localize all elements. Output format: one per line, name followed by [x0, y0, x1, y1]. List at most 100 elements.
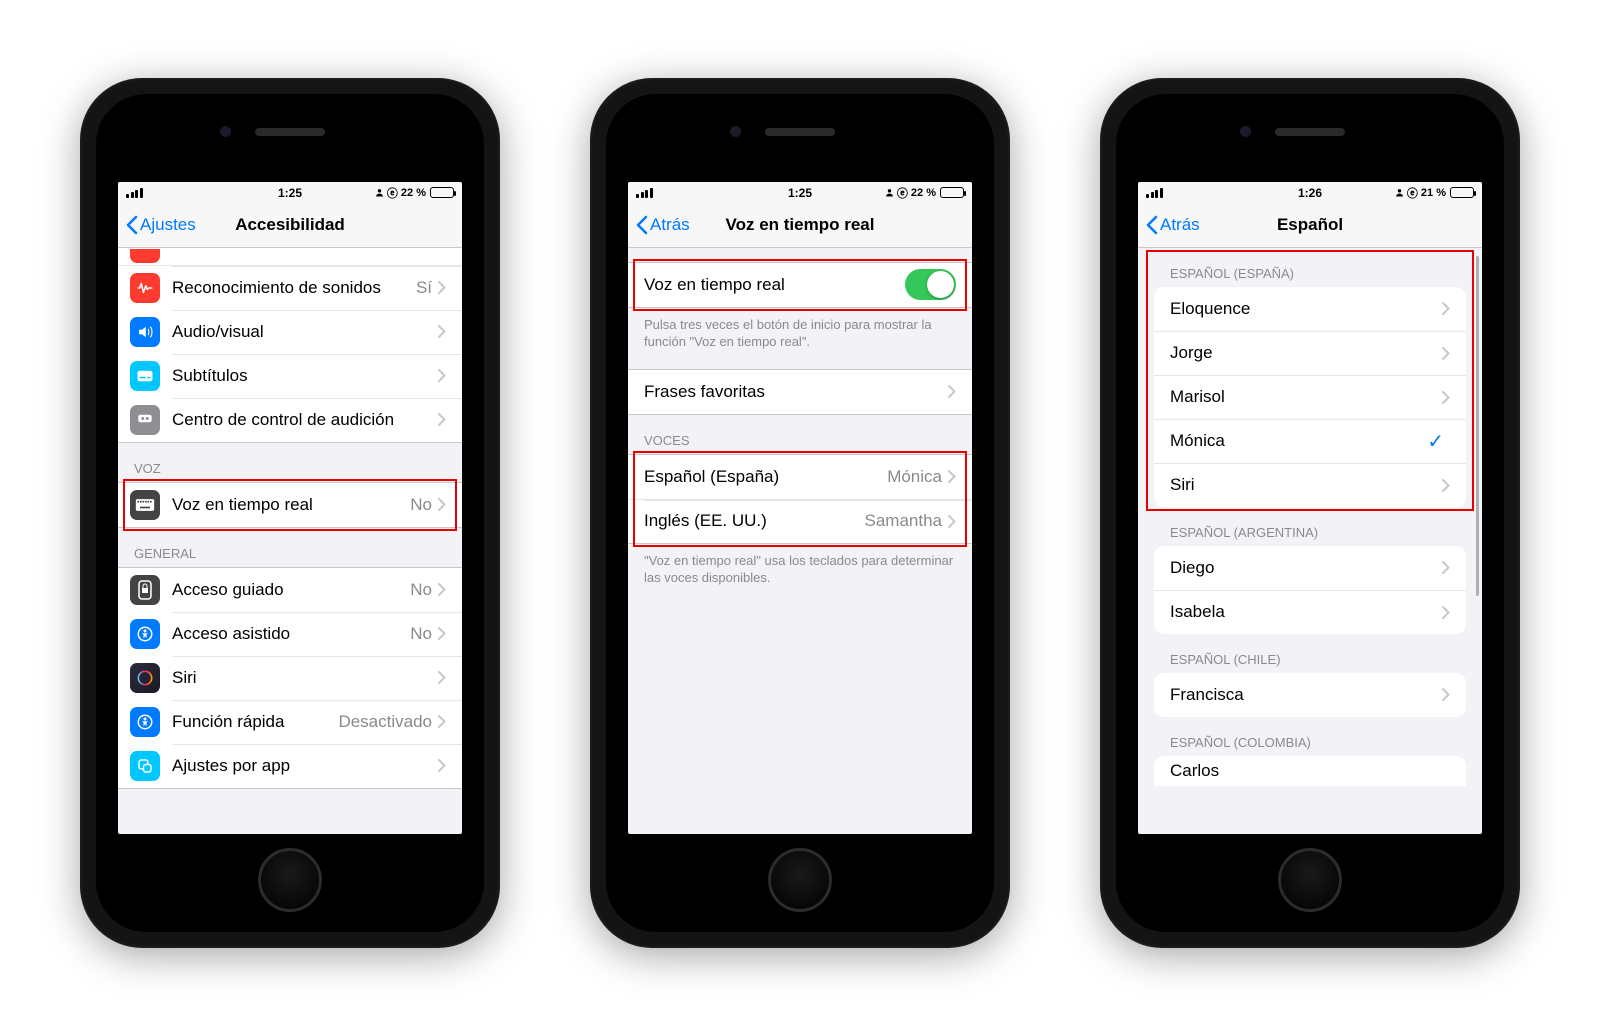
row-label: Español (España) [644, 467, 887, 487]
row-voice-marisol[interactable]: Marisol [1154, 375, 1466, 419]
row-detail: Samantha [865, 511, 943, 531]
cellular-signal-icon [636, 188, 653, 198]
toggle-switch[interactable] [905, 269, 956, 300]
phone-mockup-3: 1:26 ⓔ 21 % Atrás Español ESPAÑOL (ESPAÑ… [1100, 78, 1520, 948]
chevron-left-icon [1146, 215, 1158, 235]
row-label: Inglés (EE. UU.) [644, 511, 865, 531]
chevron-right-icon [438, 627, 446, 640]
row-voice-diego[interactable]: Diego [1154, 546, 1466, 590]
row-label: Ajustes por app [172, 756, 438, 776]
chevron-left-icon [636, 215, 648, 235]
chevron-right-icon [438, 498, 446, 511]
section-header-chile: ESPAÑOL (CHILE) [1138, 634, 1482, 673]
row-label: Francisca [1170, 685, 1442, 705]
row-label: Siri [172, 668, 438, 688]
home-button[interactable] [258, 848, 322, 912]
cellular-signal-icon [126, 188, 143, 198]
camera-dot [1240, 126, 1251, 137]
home-button[interactable] [768, 848, 832, 912]
camera-dot [730, 126, 741, 137]
chevron-right-icon [438, 583, 446, 596]
footer-voices: "Voz en tiempo real" usa los teclados pa… [628, 544, 972, 591]
chevron-right-icon [438, 281, 446, 294]
row-voice-isabela[interactable]: Isabela [1154, 590, 1466, 634]
chevron-right-icon [948, 385, 956, 398]
row-detail: No [410, 495, 432, 515]
chevron-right-icon [948, 470, 956, 483]
sound-recognition-icon [130, 273, 160, 303]
audio-visual-icon [130, 317, 160, 347]
row-audio-visual[interactable]: Audio/visual [118, 310, 462, 354]
row-voice-english[interactable]: Inglés (EE. UU.) Samantha [628, 499, 972, 543]
chevron-right-icon [1442, 391, 1450, 404]
row-per-app-settings[interactable]: Ajustes por app [118, 744, 462, 788]
row-voice-francisca[interactable]: Francisca [1154, 673, 1466, 717]
row-label: Isabela [1170, 602, 1442, 622]
status-time: 1:26 [1298, 186, 1322, 200]
home-button[interactable] [1278, 848, 1342, 912]
row-subtitles[interactable]: Subtítulos [118, 354, 462, 398]
row-voice-carlos[interactable]: Carlos [1154, 756, 1466, 786]
speaker-grille [1275, 128, 1345, 136]
row-voice-monica[interactable]: Mónica ✓ [1154, 419, 1466, 463]
phone-mockup-2: 1:25 ⓔ 22 % Atrás Voz en tiempo real [590, 78, 1010, 948]
status-time: 1:25 [788, 186, 812, 200]
row-label: Siri [1170, 475, 1442, 495]
chevron-right-icon [438, 369, 446, 382]
chevron-right-icon [1442, 606, 1450, 619]
row-voice-eloquence[interactable]: Eloquence [1154, 287, 1466, 331]
row-accessibility-shortcut[interactable]: Función rápida Desactivado [118, 700, 462, 744]
row-label: Acceso asistido [172, 624, 410, 644]
chevron-left-icon [126, 215, 138, 235]
section-header-general: GENERAL [118, 528, 462, 567]
row-assistive-access[interactable]: Acceso asistido No [118, 612, 462, 656]
row-favorite-phrases[interactable]: Frases favoritas [628, 370, 972, 414]
status-bar: 1:25 ⓔ 22 % [118, 182, 462, 204]
camera-dot [220, 126, 231, 137]
back-button[interactable]: Atrás [636, 215, 690, 235]
chevron-right-icon [438, 325, 446, 338]
row-label: Jorge [1170, 343, 1442, 363]
status-indicators: ⓔ 22 % [885, 185, 936, 201]
back-label: Atrás [1160, 215, 1200, 235]
section-header-argentina: ESPAÑOL (ARGENTINA) [1138, 507, 1482, 546]
battery-icon [1450, 187, 1474, 198]
row-label: Eloquence [1170, 299, 1442, 319]
row-voice-spanish[interactable]: Español (España) Mónica [628, 455, 972, 499]
row-label: Mónica [1170, 431, 1427, 451]
chevron-right-icon [1442, 347, 1450, 360]
subtitles-icon [130, 361, 160, 391]
status-bar: 1:26 ⓔ 21 % [1138, 182, 1482, 204]
screen-spanish-voices: 1:26 ⓔ 21 % Atrás Español ESPAÑOL (ESPAÑ… [1138, 182, 1482, 834]
cellular-signal-icon [1146, 188, 1163, 198]
back-button[interactable]: Atrás [1146, 215, 1200, 235]
page-title: Español [1277, 215, 1343, 235]
row-label: Voz en tiempo real [644, 275, 905, 295]
chevron-right-icon [1442, 479, 1450, 492]
chevron-right-icon [1442, 561, 1450, 574]
guided-access-icon [130, 575, 160, 605]
content: ESPAÑOL (ESPAÑA) Eloquence Jorge Marisol [1138, 248, 1482, 834]
back-button[interactable]: Ajustes [126, 215, 196, 235]
shortcut-icon [130, 707, 160, 737]
content: Reconocimiento de sonidos Sí Audio/visua… [118, 248, 462, 834]
chevron-right-icon [1442, 688, 1450, 701]
row-label: Subtítulos [172, 366, 438, 386]
row-voice-jorge[interactable]: Jorge [1154, 331, 1466, 375]
row-voice-siri[interactable]: Siri [1154, 463, 1466, 507]
row-live-speech-toggle[interactable]: Voz en tiempo real [628, 263, 972, 307]
row-guided-access[interactable]: Acceso guiado No [118, 568, 462, 612]
row-detail: No [410, 580, 432, 600]
row-sound-recognition[interactable]: Reconocimiento de sonidos Sí [118, 266, 462, 310]
status-bar: 1:25 ⓔ 22 % [628, 182, 972, 204]
row-detail: Mónica [887, 467, 942, 487]
nav-bar: Atrás Español [1138, 204, 1482, 248]
row-live-speech[interactable]: Voz en tiempo real No [118, 483, 462, 527]
row-siri[interactable]: Siri [118, 656, 462, 700]
partial-row [118, 248, 462, 266]
row-hearing-control-center[interactable]: Centro de control de audición [118, 398, 462, 442]
row-label: Marisol [1170, 387, 1442, 407]
row-label: Acceso guiado [172, 580, 410, 600]
speaker-grille [255, 128, 325, 136]
section-header-voice: VOZ [118, 443, 462, 482]
